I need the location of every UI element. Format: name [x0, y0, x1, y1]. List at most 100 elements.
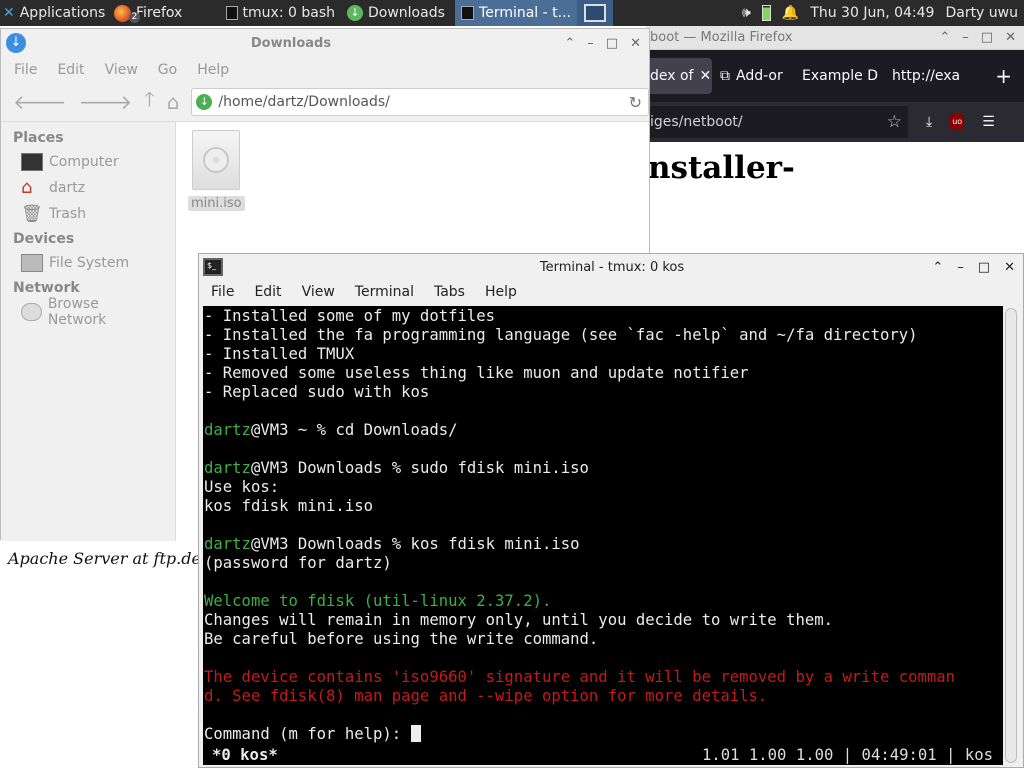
sidebar-item-browse-network[interactable]: Browse Network — [1, 296, 175, 328]
terminal-line: dartz@VM3 ~ % cd Downloads/ — [204, 421, 1003, 440]
reload-icon[interactable]: ↻ — [629, 93, 642, 112]
file-item[interactable]: mini.iso — [188, 130, 245, 211]
tab-index[interactable]: dex of ✕ — [646, 58, 712, 94]
computer-icon — [21, 153, 43, 171]
terminal-line-text: - Installed TMUX — [204, 345, 355, 363]
apache-footer: Apache Server at ftp.de — [8, 549, 201, 568]
terminal-line-text: - Replaced sudo with kos — [204, 383, 430, 401]
firefox-titlebar: boot — Mozilla Firefox ⌃ – □ ✕ — [646, 26, 1024, 50]
prompt-user: dartz — [204, 535, 251, 553]
menu-terminal[interactable]: Terminal — [355, 284, 414, 300]
download-arrow-icon[interactable]: ⤓ — [926, 114, 932, 130]
sidebar-header-devices: Devices — [13, 231, 75, 247]
home-icon[interactable]: ⌂ — [167, 90, 180, 114]
tab-close-icon[interactable]: ✕ — [699, 68, 711, 84]
sidebar-item-label: Computer — [49, 154, 119, 170]
drive-icon — [21, 254, 43, 272]
url-bar[interactable]: iges/netboot/ ☆ — [646, 106, 908, 138]
sidebar-item-label: dartz — [49, 180, 86, 196]
location-bar[interactable]: ↓ /home/dartz/Downloads/ ↻ — [191, 88, 649, 116]
terminal-line-text: - Removed some useless thing like muon a… — [204, 364, 749, 382]
applications-label: Applications — [19, 5, 106, 21]
tab-addons[interactable]: ⧉ Add-or — [712, 58, 794, 94]
new-tab-icon[interactable]: + — [995, 64, 1024, 88]
minimize-button[interactable]: – — [587, 36, 594, 51]
maximize-button[interactable]: □ — [978, 260, 990, 275]
forward-arrow-icon[interactable]: 🡒 — [79, 90, 133, 114]
user-menu[interactable]: Darty uwu — [945, 5, 1018, 21]
ublock-icon[interactable]: uo — [950, 114, 965, 130]
volume-icon[interactable]: 🕪 — [742, 5, 751, 21]
taskbar-terminal[interactable]: Terminal - t... — [455, 0, 577, 26]
sidebar-item-label: Browse Network — [47, 296, 107, 328]
tab-http[interactable]: http://exa — [884, 58, 972, 94]
terminal-line-text: Be careful before using the write comman… — [204, 630, 599, 648]
applications-menu-button[interactable]: ✕ Applications ⁝ — [0, 0, 108, 26]
menu-view[interactable]: View — [302, 284, 335, 300]
terminal-line: The device contains 'iso9660' signature … — [204, 668, 1003, 687]
trash-icon: 🗑 — [21, 204, 43, 224]
tab-example[interactable]: Example D — [794, 58, 884, 94]
terminal-line-text: @VM3 Downloads % sudo fdisk mini.iso — [250, 459, 589, 477]
maximize-button[interactable]: □ — [981, 30, 993, 45]
menu-help[interactable]: Help — [197, 62, 229, 78]
menu-file[interactable]: File — [14, 62, 37, 78]
taskbar-downloads-label: Downloads — [368, 5, 445, 21]
sidebar-item-computer[interactable]: Computer — [1, 149, 175, 175]
close-button[interactable]: ✕ — [630, 36, 641, 51]
sidebar-item-home[interactable]: ⌂ dartz — [1, 175, 175, 201]
disc-image-icon — [192, 130, 240, 190]
menu-edit[interactable]: Edit — [57, 62, 84, 78]
menu-edit[interactable]: Edit — [254, 284, 281, 300]
terminal-line-text: The device contains 'iso9660' signature … — [204, 668, 956, 686]
close-button[interactable]: ✕ — [1005, 30, 1016, 45]
terminal-line: - Installed some of my dotfiles — [204, 307, 1003, 326]
sidebar: Places Computer ⌂ dartz 🗑 Trash Devices … — [1, 122, 176, 541]
taskbar-tmux[interactable]: tmux: 0 bash — [220, 0, 341, 26]
home-folder-icon: ⌂ — [21, 177, 33, 198]
close-button[interactable]: ✕ — [1004, 260, 1015, 275]
terminal-line: Changes will remain in memory only, unti… — [204, 611, 1003, 630]
terminal-scrollbar[interactable] — [1005, 308, 1017, 763]
minimize-button[interactable]: – — [962, 30, 969, 45]
hamburger-menu-icon[interactable]: ☰ — [982, 114, 995, 130]
bookmark-star-icon[interactable]: ☆ — [887, 112, 902, 132]
back-arrow-icon[interactable]: 🡐 — [13, 90, 67, 114]
terminal-window: $_ Terminal - tmux: 0 kos ⌃ – □ ✕ File E… — [198, 253, 1024, 768]
battery-icon[interactable] — [761, 5, 771, 21]
menu-tabs[interactable]: Tabs — [434, 284, 465, 300]
prompt-user: dartz — [204, 421, 251, 439]
workspace-icon — [584, 4, 606, 22]
notification-bell-icon[interactable]: 🔔 — [782, 5, 799, 21]
sidebar-header-places: Places — [13, 130, 64, 146]
terminal-line-text: Welcome to fdisk (util-linux 2.37.2). — [204, 592, 552, 610]
xfce-logo-icon: ✕ — [3, 5, 15, 21]
menu-file[interactable]: File — [211, 284, 234, 300]
terminal-icon — [461, 6, 475, 20]
sidebar-item-filesystem[interactable]: File System — [1, 250, 175, 276]
taskbar-firefox[interactable]: 2 Firefox — [108, 0, 220, 26]
terminal-line: - Replaced sudo with kos — [204, 383, 1003, 402]
terminal-line: d. See fdisk(8) man page and --wipe opti… — [204, 687, 1003, 706]
menu-go[interactable]: Go — [158, 62, 177, 78]
menu-help[interactable]: Help — [485, 284, 517, 300]
minimize-button[interactable]: – — [957, 260, 964, 275]
file-manager-toolbar: 🡐 🡒 🡑 ⌂ ↓ /home/dartz/Downloads/ ↻ — [1, 83, 649, 121]
taskbar-firefox-label: Firefox — [136, 5, 183, 21]
download-icon: ↓ — [347, 5, 363, 21]
taskbar-downloads[interactable]: ↓ Downloads — [341, 0, 455, 26]
up-arrow-icon[interactable]: 🡑 — [144, 85, 154, 119]
menu-view[interactable]: View — [105, 62, 138, 78]
show-desktop-button[interactable] — [577, 0, 613, 26]
sidebar-item-trash[interactable]: 🗑 Trash — [1, 201, 175, 227]
minimize-icon[interactable]: ⌃ — [939, 30, 950, 45]
window-count-badge: 2 — [129, 12, 140, 23]
clock[interactable]: Thu 30 Jun, 04:49 — [810, 5, 934, 21]
maximize-button[interactable]: □ — [606, 36, 618, 51]
terminal-line: - Removed some useless thing like muon a… — [204, 364, 1003, 383]
shade-button[interactable]: ⌃ — [932, 260, 943, 275]
prompt-user: dartz — [204, 459, 251, 477]
terminal-screen[interactable]: - Installed some of my dotfiles - Install… — [203, 306, 1003, 765]
